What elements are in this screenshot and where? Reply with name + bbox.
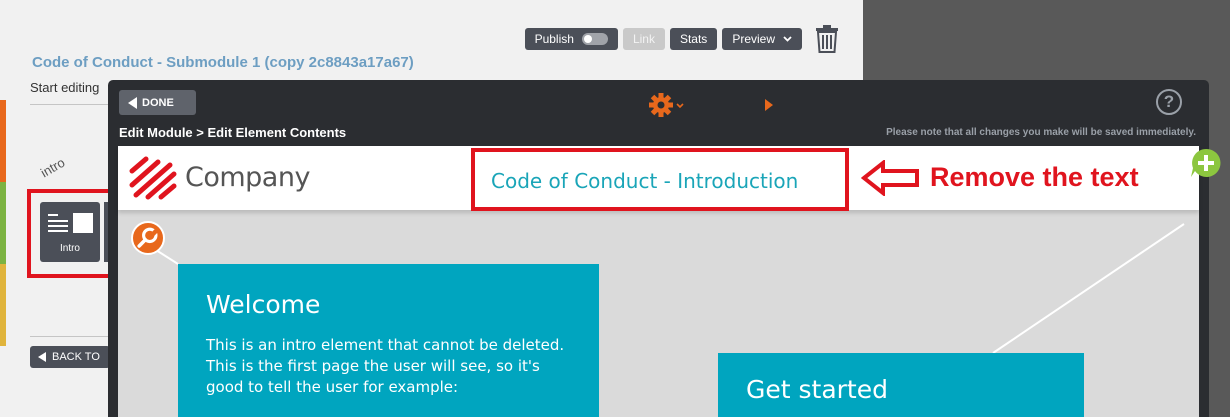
welcome-body: This is an intro element that cannot be … [206,336,565,396]
company-logo-text: Company [185,162,310,193]
start-editing-text: Start editing [30,80,100,95]
annotation-box-title: Code of Conduct - Introduction [471,148,849,211]
welcome-heading: Welcome [206,290,321,319]
back-arrow-icon [128,96,137,109]
annotation-text: Remove the text [930,162,1139,192]
color-strip-orange [0,100,6,182]
back-arrow-icon [38,352,46,362]
link-button[interactable]: Link [622,28,665,50]
add-element-icon[interactable] [1190,147,1222,179]
company-logo-icon [129,156,177,200]
done-button[interactable]: DONE [119,90,196,115]
stats-button[interactable]: Stats [669,28,718,50]
publish-label: Publish [534,32,574,46]
color-strip-green [0,182,6,264]
gear-icon[interactable] [648,92,688,118]
top-toolbar: Publish Link Stats Preview [524,25,839,53]
done-label: DONE [142,96,174,109]
page-header: Company Code of Conduct - Introduction R… [118,146,1199,211]
preview-button[interactable]: Preview [722,28,802,50]
play-icon[interactable] [765,99,773,111]
publish-toggle[interactable] [581,33,608,45]
trash-icon[interactable] [815,25,839,53]
breadcrumb: Edit Module > Edit Element Contents [119,125,347,140]
section-label-intro: intro [37,154,68,181]
element-editor-modal: DONE ? Edit Module > Edit Element Conten… [108,80,1209,417]
welcome-card[interactable]: Welcome This is an intro element that ca… [178,264,599,417]
color-strip-yellow [0,264,6,346]
get-started-heading: Get started [746,375,888,404]
element-preview-canvas: Company Code of Conduct - Introduction R… [118,146,1199,417]
get-started-card[interactable]: Get started [718,353,1084,417]
preview-label: Preview [732,32,775,46]
help-icon[interactable]: ? [1156,89,1182,115]
publish-button[interactable]: Publish [524,28,618,50]
module-title[interactable]: Code of Conduct - Submodule 1 (copy 2c88… [32,54,414,71]
annotation-box-intro-tile [27,189,119,278]
back-button-label: BACK TO [52,351,100,363]
back-button[interactable]: BACK TO [30,346,110,368]
wrench-icon[interactable] [131,221,165,255]
annotation-arrow-icon [861,160,919,196]
autosave-notice: Please note that all changes you make wi… [886,127,1196,138]
page-header-title[interactable]: Code of Conduct - Introduction [491,169,798,193]
divider [30,336,110,337]
chevron-down-icon [783,36,792,42]
divider [30,104,110,105]
